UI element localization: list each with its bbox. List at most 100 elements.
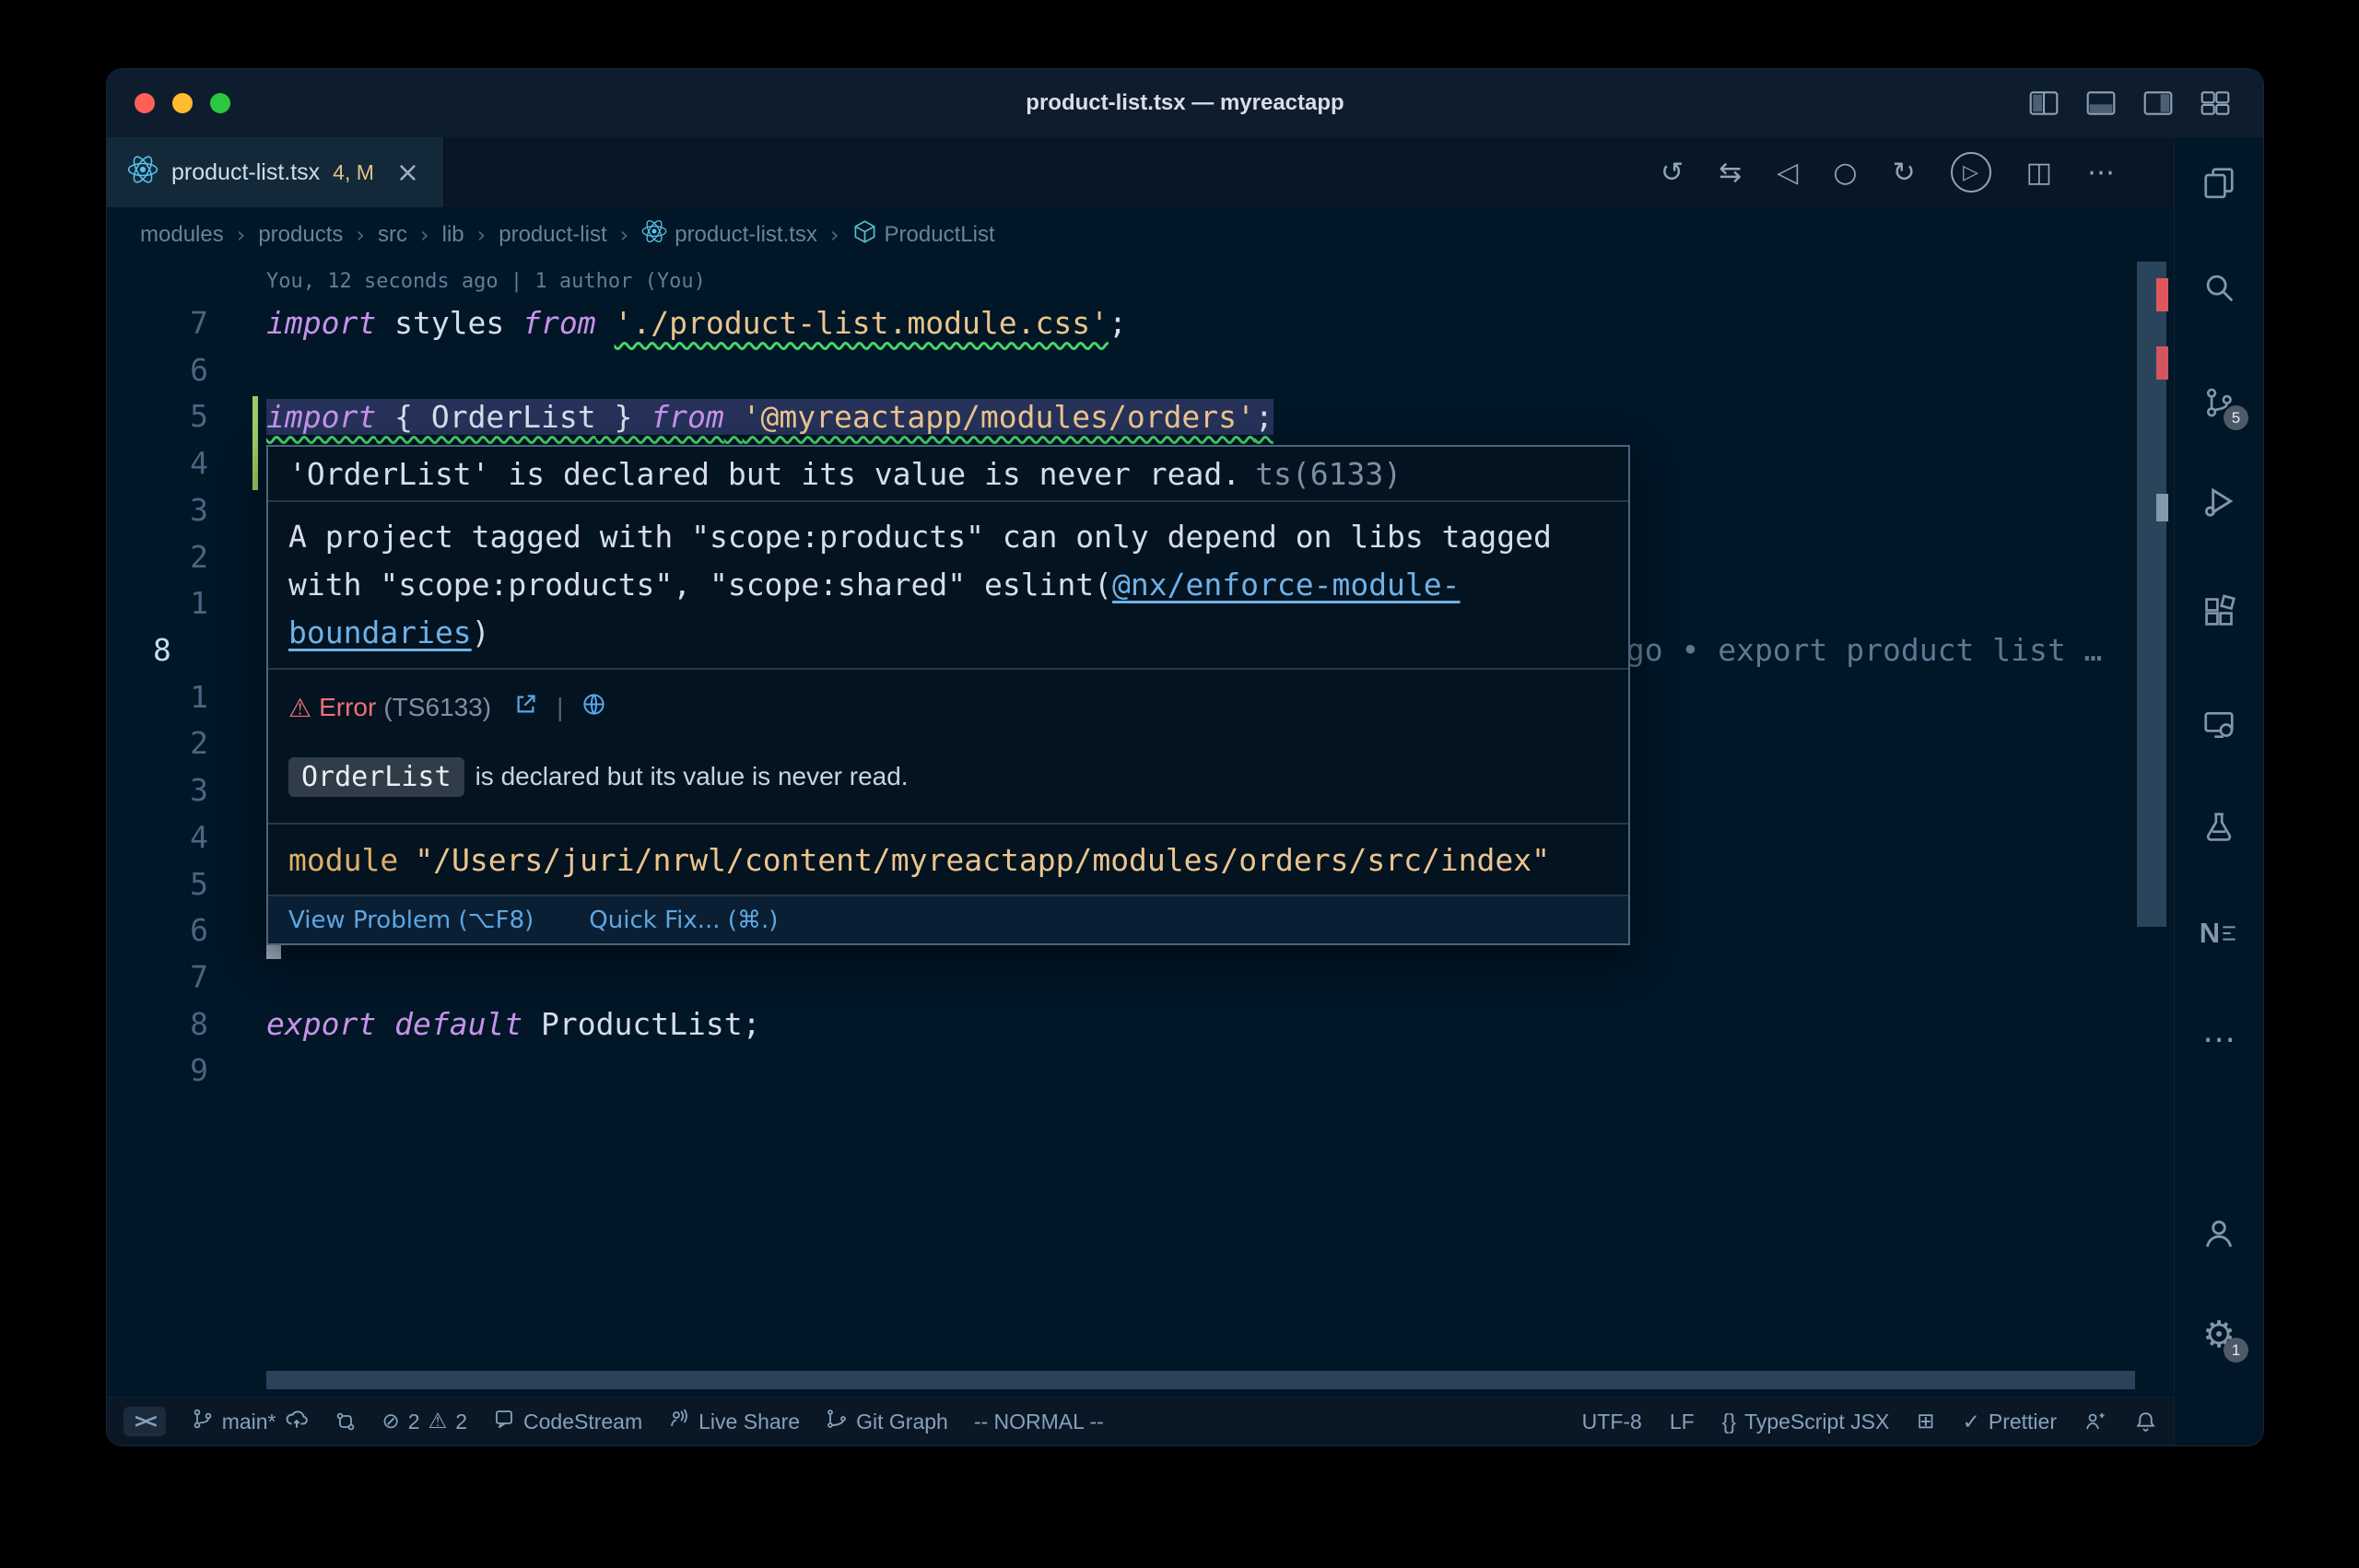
react-icon (127, 154, 158, 192)
inline-blame-fragment: ago • export product list … (1608, 626, 2102, 673)
divider: | (557, 693, 563, 722)
activity-bar: 5 N ⋯ ⚙ 1 (2174, 137, 2263, 1445)
timeline-history-icon[interactable]: ↺ (1661, 157, 1684, 189)
eslint-rule-link[interactable]: @nx/enforce-module- (1112, 567, 1461, 603)
vim-mode-indicator[interactable]: -- NORMAL -- (974, 1410, 1104, 1434)
settings-badge: 1 (2224, 1338, 2248, 1363)
encoding-status[interactable]: UTF-8 (1582, 1410, 1642, 1434)
line-number[interactable]: 5 (107, 392, 208, 439)
hover-eslint-diagnostic: A project tagged with "scope:products" c… (268, 502, 1628, 668)
split-editor-icon[interactable] (2029, 91, 2059, 115)
settings-gear-icon[interactable]: ⚙ 1 (2197, 1313, 2241, 1357)
line-number[interactable]: 3 (107, 486, 208, 533)
problems-status[interactable]: ⊘ 2 ⚠ 2 (382, 1410, 468, 1434)
codelens-blame[interactable]: You, 12 seconds ago | 1 author (You) (266, 262, 706, 302)
extensions-icon[interactable] (2197, 590, 2241, 634)
breadcrumb: modules › products › src › lib › product… (107, 207, 2174, 262)
language-mode-status[interactable]: {} TypeScript JSX (1722, 1410, 1890, 1434)
hover-ts-diagnostic: 'OrderList' is declared but its value is… (268, 447, 1628, 500)
git-compare-icon[interactable] (334, 1410, 357, 1433)
breadcrumb-item-lib[interactable]: lib (442, 222, 464, 248)
react-icon (641, 218, 667, 251)
close-tab-icon[interactable]: × (396, 157, 419, 189)
remote-indicator[interactable]: >< (123, 1407, 166, 1436)
breadcrumb-separator: › (477, 222, 487, 248)
line-number[interactable]: 1 (107, 673, 208, 720)
codestream-status[interactable]: CodeStream (493, 1408, 642, 1435)
remote-explorer-icon[interactable] (2197, 703, 2241, 747)
titlebar-layout-controls (2029, 91, 2230, 115)
current-line-number[interactable]: 8 (153, 626, 171, 673)
customize-layout-icon[interactable] (2201, 91, 2230, 115)
breadcrumb-item-products[interactable]: products (258, 222, 343, 248)
eol-status[interactable]: LF (1670, 1410, 1695, 1434)
breadcrumb-item-file[interactable]: product-list.tsx (641, 218, 817, 251)
line-number[interactable]: 2 (107, 720, 208, 766)
zoom-window-button[interactable] (210, 93, 230, 113)
breadcrumb-separator: › (620, 222, 629, 248)
horizontal-scrollbar[interactable] (266, 1371, 2135, 1389)
line-number[interactable]: 9 (107, 1047, 208, 1094)
tab-product-list[interactable]: product-list.tsx 4, M × (107, 137, 444, 207)
run-debug-icon[interactable] (2197, 479, 2241, 523)
notifications-bell-icon[interactable] (2134, 1410, 2157, 1433)
tab-bar: product-list.tsx 4, M × ↺ ⇆ ◁ ○ ↻ ▷ ◫ ⋯ (107, 137, 2174, 207)
split-editor-right-icon[interactable]: ◫ (2026, 157, 2052, 189)
cloud-upload-icon (285, 1407, 309, 1436)
minimize-window-button[interactable] (172, 93, 193, 113)
navigate-forward-icon[interactable]: ↻ (1893, 157, 1916, 189)
breadcrumb-item-modules[interactable]: modules (140, 222, 224, 248)
code-editor[interactable]: 7 6 5 4 3 2 1 8 1 2 3 4 5 6 7 8 9 You, 1… (107, 262, 2174, 1397)
line-number[interactable]: 8 (107, 1000, 208, 1047)
line-number[interactable]: 1 (107, 579, 208, 626)
git-branch-status[interactable]: main* (192, 1407, 309, 1436)
compare-changes-icon[interactable]: ⇆ (1719, 157, 1742, 189)
toggle-panel-icon[interactable] (2086, 91, 2116, 115)
line-number[interactable]: 7 (107, 299, 208, 346)
symbol-cube-icon (852, 219, 877, 251)
live-share-status[interactable]: Live Share (668, 1408, 800, 1435)
close-window-button[interactable] (135, 93, 155, 113)
breadcrumb-item-product-list[interactable]: product-list (499, 222, 606, 248)
line-number[interactable]: 5 (107, 860, 208, 907)
breadcrumb-item-symbol[interactable]: ProductList (852, 219, 995, 251)
git-graph-status[interactable]: Git Graph (826, 1408, 948, 1435)
toggle-sidebar-right-icon[interactable] (2143, 91, 2173, 115)
source-control-icon[interactable]: 5 (2197, 380, 2241, 425)
eslint-rule-link[interactable]: boundaries (288, 614, 472, 650)
additional-views-icon[interactable]: ⋯ (2197, 1017, 2241, 1061)
breadcrumb-item-src[interactable]: src (378, 222, 407, 248)
line-number[interactable]: 2 (107, 533, 208, 580)
overview-ruler-cursor-mark (2156, 494, 2168, 521)
prettier-status[interactable]: ✓ Prettier (1963, 1410, 2057, 1434)
error-description: is declared but its value is never read. (475, 762, 909, 791)
gutter-change-indicator (252, 396, 258, 490)
feedback-icon[interactable] (2084, 1410, 2107, 1433)
view-problem-link[interactable]: View Problem (⌥F8) (288, 907, 534, 934)
code-line-export-default: export default ProductList; (266, 1000, 760, 1047)
line-number[interactable]: 7 (107, 954, 208, 1000)
more-actions-icon[interactable]: ⋯ (2087, 157, 2115, 189)
circle-outline-icon[interactable]: ○ (1833, 157, 1857, 189)
nx-console-icon[interactable]: N (2197, 911, 2241, 955)
hover-resize-grip[interactable] (266, 944, 281, 959)
globe-icon[interactable] (581, 692, 606, 723)
line-number[interactable]: 3 (107, 766, 208, 813)
explorer-icon[interactable] (2197, 160, 2241, 205)
open-external-icon[interactable] (513, 692, 538, 723)
quick-fix-link[interactable]: Quick Fix... (⌘.) (589, 907, 778, 934)
titlebar: product-list.tsx — myreactapp (107, 69, 2263, 137)
run-code-icon[interactable]: ▷ (1951, 152, 1991, 193)
line-number[interactable]: 6 (107, 346, 208, 393)
line-number[interactable]: 4 (107, 439, 208, 486)
testing-beaker-icon[interactable] (2197, 805, 2241, 849)
search-icon[interactable] (2197, 265, 2241, 310)
error-warning-icon: ⚠ (288, 693, 311, 723)
extension-status-icon[interactable]: ⊞ (1917, 1410, 1934, 1433)
accounts-icon[interactable] (2197, 1211, 2241, 1256)
line-number[interactable]: 4 (107, 813, 208, 860)
hover-module-path: module "/Users/juri/nrwl/content/myreact… (268, 825, 1628, 895)
line-number[interactable]: 6 (107, 907, 208, 954)
error-label: Error (319, 693, 376, 722)
navigate-back-icon[interactable]: ◁ (1777, 157, 1798, 189)
